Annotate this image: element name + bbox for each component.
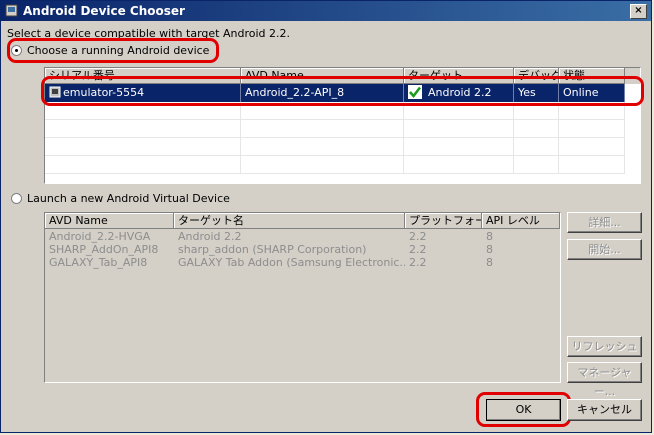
table-row[interactable]: Android_2.2-HVGA Android 2.2 2.2 8 <box>45 230 560 243</box>
launch-avd-label: Launch a new Android Virtual Device <box>27 192 230 205</box>
table-row[interactable]: GALAXY_Tab_API8 GALAXY Tab Addon (Samsun… <box>45 256 560 269</box>
column-header-avd-name[interactable]: AVD Name <box>45 213 174 229</box>
empty-row <box>45 138 640 156</box>
annotation-highlight <box>41 76 644 106</box>
avd-target-cell: GALAXY Tab Addon (Samsung Electronic... <box>178 256 405 269</box>
avd-target-cell: Android 2.2 <box>178 230 242 243</box>
avd-api-cell: 8 <box>486 243 493 256</box>
window-title: Android Device Chooser <box>23 4 185 18</box>
radio-icon <box>11 193 22 204</box>
annotation-highlight <box>476 392 571 427</box>
launch-avd-radio[interactable]: Launch a new Android Virtual Device <box>11 192 230 205</box>
table-row[interactable]: SHARP_AddOn_API8 sharp_addon (SHARP Corp… <box>45 243 560 256</box>
avd-api-cell: 8 <box>486 230 493 243</box>
avd-platform-cell: 2.2 <box>409 230 427 243</box>
app-icon <box>5 4 18 17</box>
column-header-target-name[interactable]: ターゲット名 <box>174 213 405 229</box>
avd-name-cell: SHARP_AddOn_API8 <box>49 243 159 256</box>
avd-platform-cell: 2.2 <box>409 243 427 256</box>
avd-platform-cell: 2.2 <box>409 256 427 269</box>
avd-name-cell: GALAXY_Tab_API8 <box>49 256 148 269</box>
avd-table[interactable]: AVD Name ターゲット名 プラットフォー... API レベル Andro… <box>44 212 561 383</box>
refresh-button[interactable]: リフレッシュ <box>567 336 642 357</box>
empty-row <box>45 120 640 138</box>
column-header-platform[interactable]: プラットフォー... <box>405 213 482 229</box>
column-header-api-level[interactable]: API レベル <box>482 213 560 229</box>
avd-api-cell: 8 <box>486 256 493 269</box>
annotation-highlight <box>7 38 219 63</box>
android-device-chooser-dialog: Android Device Chooser × Select a device… <box>0 0 652 433</box>
avd-target-cell: sharp_addon (SHARP Corporation) <box>178 243 367 256</box>
avd-name-cell: Android_2.2-HVGA <box>49 230 151 243</box>
avd-table-header: AVD Name ターゲット名 プラットフォー... API レベル <box>45 213 560 229</box>
empty-row <box>45 156 640 174</box>
details-button[interactable]: 詳細... <box>567 212 642 233</box>
start-button[interactable]: 開始... <box>567 239 642 260</box>
cancel-button[interactable]: キャンセル <box>567 399 642 421</box>
manager-button[interactable]: マネージャー... <box>567 362 642 398</box>
title-bar[interactable]: Android Device Chooser × <box>1 1 651 21</box>
close-button[interactable]: × <box>630 4 647 19</box>
